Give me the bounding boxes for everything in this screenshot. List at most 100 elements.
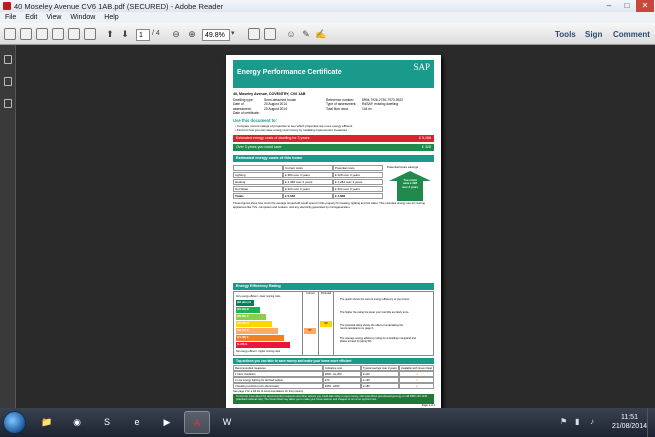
current-rating-marker: 57	[304, 328, 316, 334]
flag-icon[interactable]: ⚑	[560, 417, 567, 426]
minimize-button[interactable]: –	[600, 0, 618, 12]
eer-col-label: Current	[306, 292, 315, 295]
open-icon[interactable]	[4, 28, 16, 40]
zoom-dropdown-icon[interactable]: ▾	[231, 27, 235, 41]
volume-icon[interactable]: ♪	[590, 417, 594, 426]
meta-right-labels: Reference number: Type of assessment: To…	[326, 98, 361, 111]
close-button[interactable]: ✕	[636, 0, 654, 12]
next-page-icon[interactable]: ⬇	[120, 27, 130, 41]
menu-help[interactable]: Help	[104, 14, 118, 21]
media-icon[interactable]: ▶	[154, 411, 180, 434]
band-label: (39-54) E	[237, 328, 249, 332]
green-deal-check-icon: ✔	[399, 383, 434, 389]
start-button[interactable]	[3, 411, 26, 434]
word-icon[interactable]: W	[214, 411, 240, 434]
band-g: (1-20) G	[236, 342, 290, 348]
meta-left-labels: Dwelling type: Date of assessment: Date …	[233, 98, 263, 115]
eer-note: The potential rating shows the effect of…	[340, 324, 404, 331]
maximize-button[interactable]: □	[618, 0, 636, 12]
costs-totals-potential: £ 4,838	[333, 193, 383, 199]
costs-header-cell: Current costs	[283, 165, 333, 171]
band-label: (92 plus) A	[237, 300, 252, 304]
show-desktop-button[interactable]	[647, 408, 655, 437]
green-deal-box: To find out more about the recommended m…	[233, 394, 434, 404]
adobe-reader-taskbar-icon[interactable]: A	[184, 411, 210, 434]
clock-time: 11:51	[620, 414, 638, 421]
savings-bar: Over 3 years you could save £ 328	[233, 144, 434, 151]
zoom-in-icon[interactable]: ⊕	[186, 27, 198, 41]
skype-icon[interactable]: S	[94, 411, 120, 434]
costs-row-label: Lighting	[233, 172, 283, 178]
title-bar: 40 Moseley Avenue CV6 1AB.pdf (SECURED) …	[0, 0, 655, 12]
create-pdf-icon[interactable]	[20, 28, 32, 40]
meta-left-values: Semi-detached house 20 August 2014 20 Au…	[264, 98, 324, 111]
menu-view[interactable]: View	[46, 14, 61, 21]
savings-label: Over 3 years you could save	[236, 145, 282, 149]
meta-label: Date of certificate:	[233, 110, 260, 115]
edit-icon[interactable]	[36, 28, 48, 40]
window-title: 40 Moseley Avenue CV6 1AB.pdf (SECURED) …	[14, 1, 224, 11]
actions-note: See page 3 for a full list of recommenda…	[233, 390, 304, 393]
page-number-input[interactable]: 1	[136, 29, 150, 41]
page-footer: Page 1 of 4	[421, 404, 435, 407]
attachments-icon[interactable]	[4, 99, 12, 108]
save-icon[interactable]	[52, 28, 64, 40]
comment-button[interactable]: Comment	[613, 30, 650, 39]
costs-row-current: £ 384 over 3 years	[283, 172, 333, 178]
estimated-costs-label: Estimated energy costs of dwelling for 3…	[236, 136, 311, 140]
eer-bottom-label: Not energy efficient - higher running co…	[236, 350, 281, 353]
pages-icon[interactable]	[4, 77, 12, 86]
lock-icon[interactable]	[4, 55, 12, 64]
toolbar: ⬆ ⬇ 1 / 4 ⊖ ⊕ 49.8% ▾ ☺ ✎ ✍ Tools Sign C…	[0, 23, 655, 45]
menu-edit[interactable]: Edit	[25, 14, 37, 21]
print-icon[interactable]	[68, 28, 80, 40]
action-measure: 3 Heating controls (room thermostat)	[233, 383, 323, 389]
zoom-out-icon[interactable]: ⊖	[170, 27, 182, 41]
comment-bubble-icon[interactable]: ☺	[285, 27, 297, 41]
meta-label: Date of assessment:	[233, 102, 252, 111]
arrow-line: over 3 years	[401, 184, 419, 189]
chrome-icon[interactable]: ◉	[64, 411, 90, 434]
eer-note: The average energy efficiency rating for…	[340, 337, 416, 344]
clock[interactable]: 11:51 21/08/2014	[612, 413, 647, 431]
email-icon[interactable]	[84, 28, 96, 40]
sign-pen-icon[interactable]: ✍	[315, 27, 327, 41]
ie-icon[interactable]: e	[124, 411, 150, 434]
menu-file[interactable]: File	[5, 14, 16, 21]
estimated-costs-value: £ 5,166	[419, 136, 431, 140]
costs-row-current: £ 4,458 over 3 years	[283, 179, 333, 185]
estimated-costs-bar: Estimated energy costs of dwelling for 3…	[233, 135, 434, 142]
band-f: (21-38) F	[236, 335, 284, 341]
band-label: (21-38) F	[237, 335, 249, 339]
sign-button[interactable]: Sign	[585, 30, 602, 39]
action-cost: £350 - £450	[323, 383, 361, 389]
use-item: • Find out how you can save energy and m…	[235, 128, 347, 132]
network-icon[interactable]: ▮	[575, 417, 579, 426]
band-c: (69-80) C	[236, 314, 266, 320]
zoom-input[interactable]: 49.8%	[202, 29, 230, 41]
band-label: (55-68) D	[237, 321, 249, 325]
sap-logo: SAP	[413, 62, 430, 72]
navigation-pane	[0, 45, 16, 408]
explorer-icon[interactable]: 📁	[34, 411, 60, 434]
costs-note: These figures show how much the average …	[233, 201, 425, 209]
meta-value: 104 m²	[362, 106, 373, 111]
fit-width-icon[interactable]	[264, 28, 276, 40]
clock-date: 21/08/2014	[611, 423, 647, 430]
potential-rating-marker: 62	[320, 321, 332, 327]
menu-window[interactable]: Window	[70, 14, 95, 21]
prev-page-icon[interactable]: ⬆	[105, 27, 115, 41]
property-address: 40, Moseley Avenue, COVENTRY, CV6 1AB	[233, 92, 306, 96]
highlight-icon[interactable]: ✎	[300, 27, 312, 41]
epc-title: Energy Performance Certificate	[237, 69, 342, 76]
epc-header: Energy Performance Certificate SAP	[233, 60, 434, 88]
band-e: (39-54) E	[236, 328, 278, 334]
costs-header-cell	[233, 165, 283, 171]
tools-button[interactable]: Tools	[555, 30, 576, 39]
costs-row-potential: £ 324 over 3 years	[333, 186, 383, 192]
meta-label: Total floor area:	[326, 106, 349, 111]
band-d: (55-68) D	[236, 321, 272, 327]
band-label: (1-20) G	[237, 342, 248, 346]
use-heading: Use this document to:	[233, 118, 277, 123]
fit-page-icon[interactable]	[248, 28, 260, 40]
